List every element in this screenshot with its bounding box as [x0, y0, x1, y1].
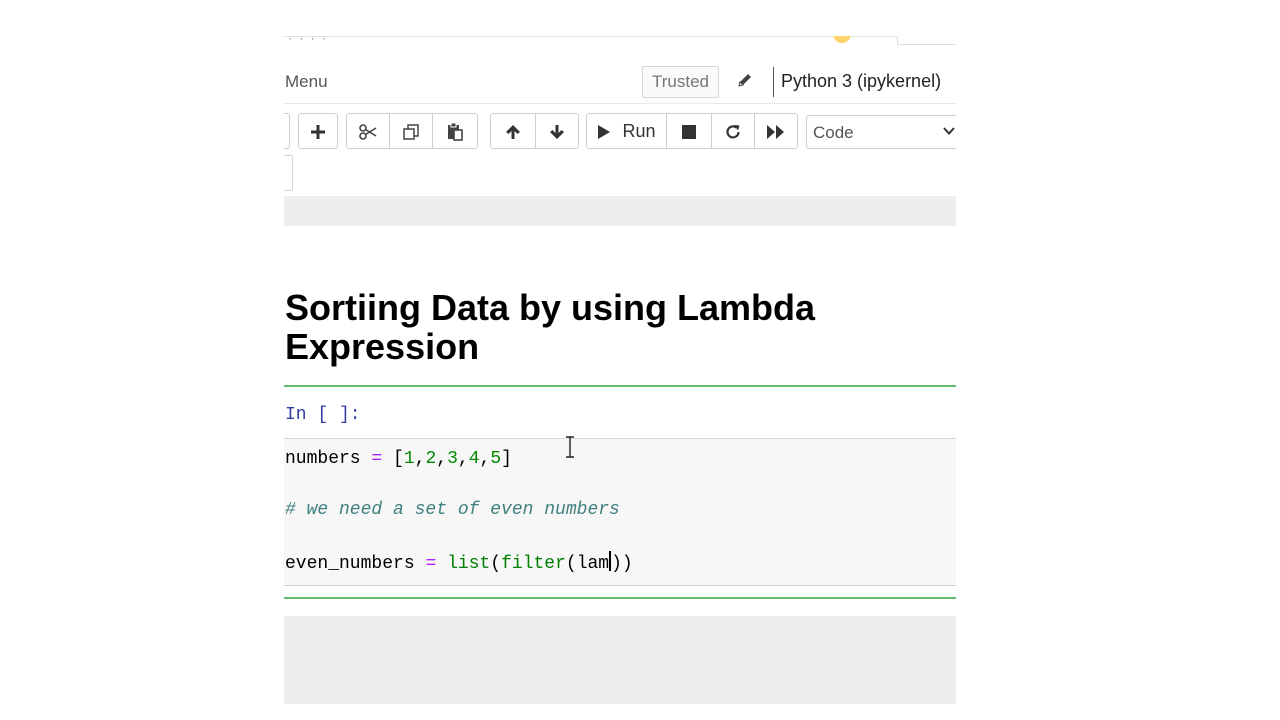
- paste-cells-button[interactable]: [432, 113, 478, 149]
- arrow-up-icon: [504, 121, 522, 141]
- copy-icon: [402, 121, 420, 141]
- notebook-viewport: · · · · Menu Trusted Python 3 (ipykernel…: [284, 36, 956, 704]
- notebook-heading: Sortiing Data by using Lambda Expression: [285, 287, 816, 367]
- markdown-cell[interactable]: Sortiing Data by using Lambda Expression: [284, 226, 956, 386]
- cell-prompt-area: In [ ]:: [284, 387, 956, 439]
- play-icon: [597, 121, 616, 141]
- cropped-header-text: · · · ·: [288, 36, 328, 45]
- text-cursor-icon: [565, 436, 575, 458]
- cell-type-dropdown[interactable]: Code: [806, 115, 956, 149]
- pencil-icon[interactable]: [734, 71, 756, 93]
- interrupt-kernel-button[interactable]: [666, 113, 712, 149]
- cut-cells-button[interactable]: [346, 113, 390, 149]
- kernel-indicator[interactable]: Python 3 (ipykernel): [781, 71, 941, 92]
- kernel-separator: [773, 67, 774, 97]
- header-box: [897, 36, 956, 45]
- plus-icon: [310, 121, 326, 141]
- code-line: numbers = [1,2,3,4,5]: [285, 449, 512, 469]
- menubar: Menu Trusted Python 3 (ipykernel): [284, 59, 956, 104]
- code-editor[interactable]: numbers = [1,2,3,4,5] # we need a set of…: [284, 439, 956, 586]
- menu-label[interactable]: Menu: [285, 72, 328, 92]
- notebook-page: Sortiing Data by using Lambda Expression…: [284, 226, 956, 616]
- notebook-spacer: [284, 196, 956, 226]
- code-cell[interactable]: In [ ]: numbers = [1,2,3,4,5] # we need …: [284, 385, 956, 599]
- run-label: Run: [622, 121, 656, 141]
- arrow-down-icon: [548, 121, 566, 141]
- run-button[interactable]: Run: [586, 113, 667, 149]
- input-prompt: In [ ]:: [285, 405, 361, 425]
- code-line: # we need a set of even numbers: [285, 500, 620, 520]
- scissors-icon: [358, 121, 378, 141]
- chevron-down-icon: [943, 124, 955, 140]
- insert-cell-below-button[interactable]: [298, 113, 338, 149]
- toolbar-overflow-box: [284, 155, 293, 191]
- code-line: even_numbers = list(filter(lam)): [285, 551, 633, 574]
- paste-icon: [446, 121, 464, 142]
- trusted-badge[interactable]: Trusted: [642, 66, 720, 98]
- toolbar: Run Code: [284, 113, 956, 153]
- cell-type-value: Code: [813, 123, 854, 142]
- move-cell-down-button[interactable]: [535, 113, 579, 149]
- notification-dot-icon: [833, 36, 851, 43]
- text-caret: [609, 551, 612, 571]
- restart-icon: [724, 121, 742, 141]
- stop-icon: [681, 121, 697, 141]
- notebook-background: [284, 616, 956, 704]
- save-button-partial[interactable]: [284, 113, 290, 149]
- fast-forward-icon: [766, 121, 786, 141]
- header-top-strip: · · · ·: [284, 36, 956, 59]
- restart-run-all-button[interactable]: [754, 113, 798, 149]
- restart-kernel-button[interactable]: [711, 113, 755, 149]
- move-cell-up-button[interactable]: [490, 113, 536, 149]
- copy-cells-button[interactable]: [389, 113, 433, 149]
